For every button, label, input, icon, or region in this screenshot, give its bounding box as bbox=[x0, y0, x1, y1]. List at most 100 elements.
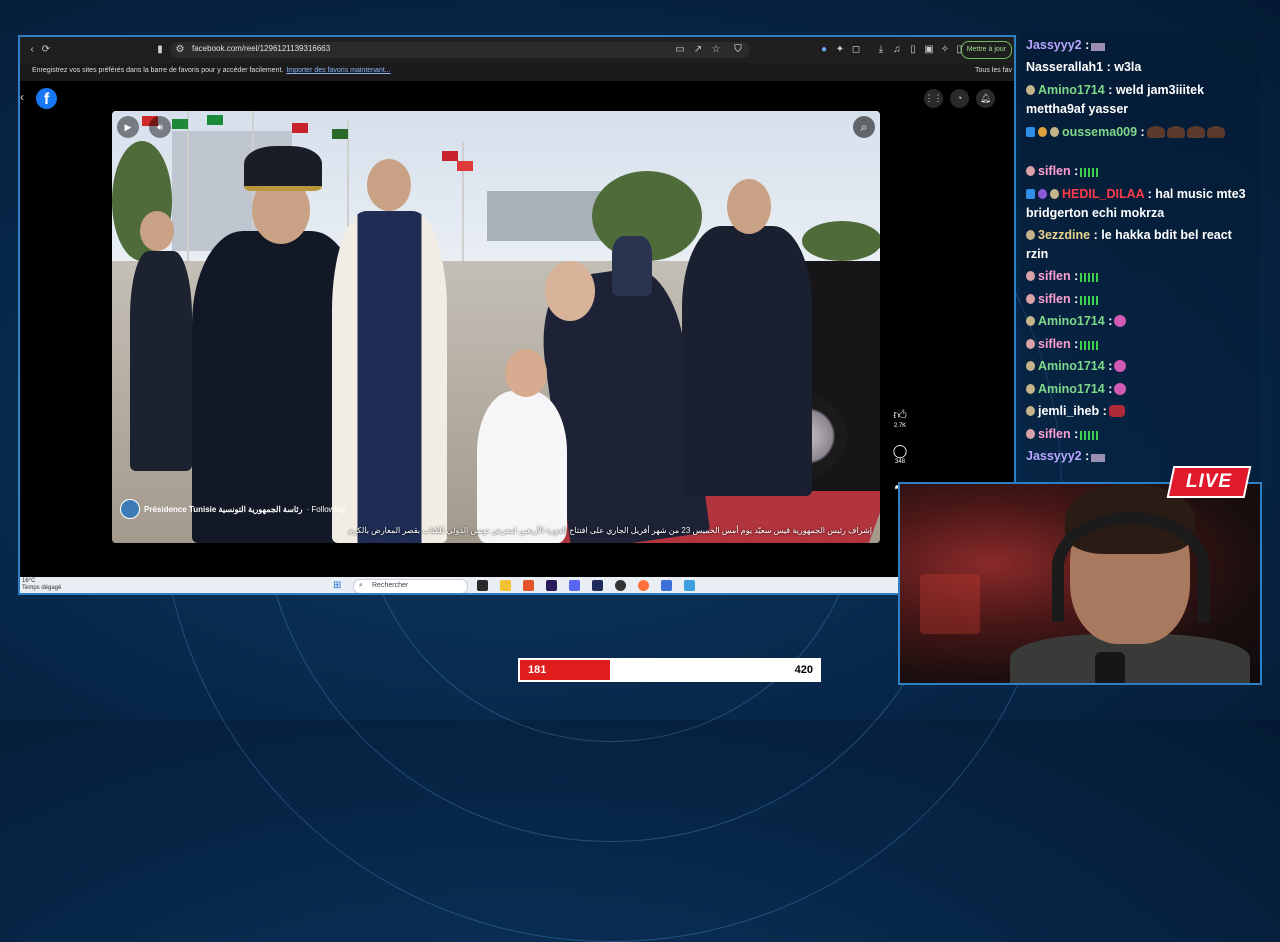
flag bbox=[442, 151, 458, 161]
flag bbox=[292, 123, 308, 133]
chat-username[interactable]: Amino1714 bbox=[1038, 83, 1105, 97]
badge-icon bbox=[1026, 166, 1035, 176]
weather-condition: Temps dégagé bbox=[22, 585, 62, 591]
comment-icon[interactable]: ◯ bbox=[888, 443, 912, 459]
bookmark-bar: Enregistrez vos sites préférés dans la b… bbox=[20, 63, 1014, 81]
chat-username[interactable]: 3ezzdine bbox=[1038, 228, 1090, 242]
brave-icon[interactable] bbox=[523, 580, 534, 591]
messenger-icon[interactable]: ◔ bbox=[950, 89, 969, 108]
chat-message: Amino1714 : bbox=[1026, 380, 1256, 399]
prime-badge-icon bbox=[1026, 189, 1035, 199]
app-icon[interactable] bbox=[661, 580, 672, 591]
photos-icon[interactable] bbox=[684, 580, 695, 591]
address-bar[interactable]: ⚙ facebook.com/reel/1296121139316663 ▭ ↗… bbox=[170, 42, 750, 58]
chat-username[interactable]: Jassyyy2 bbox=[1026, 449, 1082, 463]
bookmark-icon[interactable]: ▮ bbox=[154, 44, 166, 56]
badge-icon bbox=[1026, 230, 1035, 240]
chat-username[interactable]: HEDIL_DILAA bbox=[1062, 187, 1144, 201]
back-icon[interactable]: ‹ bbox=[26, 44, 38, 56]
bars-emote-icon bbox=[1080, 273, 1099, 282]
flag bbox=[457, 161, 473, 171]
pink-emote-icon bbox=[1114, 383, 1127, 395]
discord-icon[interactable] bbox=[569, 580, 580, 591]
bat-emote-icon bbox=[1146, 126, 1165, 138]
firefox-icon[interactable] bbox=[638, 580, 649, 591]
flag bbox=[172, 119, 188, 129]
chat-username[interactable]: Amino1714 bbox=[1038, 382, 1105, 396]
comment-action[interactable]: ◯ 348 bbox=[888, 443, 912, 465]
shield-icon[interactable]: ⛉ bbox=[732, 44, 744, 56]
badge-icon bbox=[1026, 85, 1035, 95]
chat-username[interactable]: Amino1714 bbox=[1038, 314, 1105, 328]
after-effects-icon[interactable] bbox=[592, 580, 603, 591]
windows-taskbar: 16°C Temps dégagé ⊞ ⌕ Rechercher ⌃ bbox=[20, 577, 1014, 593]
update-button[interactable]: Mettre à jour bbox=[960, 41, 1012, 59]
chat-username[interactable]: siflen bbox=[1038, 292, 1071, 306]
all-bookmarks-folder[interactable]: Tous les fav bbox=[975, 67, 1012, 74]
microphone bbox=[1095, 652, 1125, 683]
chat-username[interactable]: jemli_iheb bbox=[1038, 404, 1099, 418]
reload-icon[interactable]: ⟳ bbox=[40, 44, 52, 56]
share-icon[interactable]: ↗ bbox=[692, 44, 704, 56]
bars-emote-icon bbox=[1080, 431, 1099, 440]
reading-list-icon[interactable]: ▯ bbox=[907, 44, 919, 56]
chat-message: siflen : bbox=[1026, 335, 1256, 354]
install-icon[interactable]: ▭ bbox=[674, 44, 686, 56]
following-label[interactable]: · Following bbox=[306, 505, 345, 514]
back-arrow-icon[interactable]: ‹ bbox=[20, 90, 24, 104]
video-building bbox=[487, 191, 607, 241]
like-action[interactable]: 👍︎ 2.7K bbox=[888, 407, 912, 429]
page-name[interactable]: Présidence Tunisie رئاسة الجمهورية التون… bbox=[144, 505, 302, 514]
webcam-feed bbox=[898, 482, 1262, 685]
tabs-icon[interactable]: ▣ bbox=[923, 44, 935, 56]
webcam-shelf bbox=[920, 574, 980, 634]
menu-grid-icon[interactable]: ⋮⋮ bbox=[924, 89, 943, 108]
media-icon[interactable]: ♫ bbox=[891, 44, 903, 56]
badge-icon bbox=[1050, 127, 1059, 137]
like-icon[interactable]: 👍︎ bbox=[888, 407, 912, 423]
chat-username[interactable]: siflen bbox=[1038, 337, 1071, 351]
chat-username[interactable]: siflen bbox=[1038, 269, 1071, 283]
star-icon[interactable]: ☆ bbox=[710, 44, 722, 56]
poll-title: ها أفريل وفي bbox=[639, 665, 700, 677]
chat-username[interactable]: oussema009 bbox=[1062, 125, 1137, 139]
extension-icon[interactable]: ● bbox=[818, 44, 830, 56]
windows-start-icon[interactable]: ⊞ bbox=[333, 580, 344, 591]
chat-username[interactable]: siflen bbox=[1038, 427, 1071, 441]
task-view-icon[interactable] bbox=[477, 580, 488, 591]
pink-emote-icon bbox=[1114, 315, 1127, 327]
chat-message: Amino1714 : weld jam3iiitek mettha9af ya… bbox=[1026, 81, 1256, 119]
chat-username[interactable]: Jassyyy2 bbox=[1026, 38, 1082, 52]
chat-username[interactable]: siflen bbox=[1038, 164, 1071, 178]
taskbar-search[interactable]: ⌕ Rechercher bbox=[353, 579, 468, 593]
reel-video[interactable]: ▶ 🔊︎ ⌕ Présidence Tunisie رئاسة الجمهوري… bbox=[112, 111, 880, 543]
chat-message: Jassyyy2 : bbox=[1026, 36, 1256, 55]
weather-widget[interactable]: 16°C Temps dégagé bbox=[22, 578, 61, 592]
dj-emote-icon bbox=[1091, 454, 1106, 462]
person-head bbox=[505, 349, 547, 397]
gift-badge-icon bbox=[1038, 127, 1047, 137]
notifications-icon[interactable]: 🔔︎ bbox=[976, 89, 995, 108]
download-icon[interactable]: ⤓ bbox=[875, 44, 887, 56]
chat-text: : bbox=[1108, 382, 1113, 396]
site-info-icon[interactable]: ⚙ bbox=[174, 44, 186, 56]
file-explorer-icon[interactable] bbox=[500, 580, 511, 591]
obs-icon[interactable] bbox=[615, 580, 626, 591]
video-search-icon[interactable]: ⌕ bbox=[853, 116, 875, 138]
page-avatar[interactable] bbox=[120, 499, 140, 519]
chat-text: : bbox=[1074, 269, 1079, 283]
chat-ext-icon[interactable]: ◻ bbox=[850, 44, 862, 56]
chat-username[interactable]: Amino1714 bbox=[1038, 359, 1105, 373]
import-bookmarks-link[interactable]: Importer des favoris maintenant... bbox=[286, 67, 390, 74]
premiere-icon[interactable] bbox=[546, 580, 557, 591]
chat-text: : bbox=[1085, 449, 1090, 463]
volume-icon[interactable]: 🔊︎ bbox=[149, 116, 171, 138]
ai-icon[interactable]: ✧ bbox=[939, 44, 951, 56]
badge-icon bbox=[1026, 271, 1035, 281]
chat-message: siflen : bbox=[1026, 267, 1256, 286]
facebook-logo-icon[interactable]: f bbox=[36, 88, 57, 109]
puzzle-icon[interactable]: ✦ bbox=[834, 44, 846, 56]
chat-username[interactable]: Nasserallah1 bbox=[1026, 60, 1103, 74]
chat-message: Amino1714 : bbox=[1026, 312, 1256, 331]
play-icon[interactable]: ▶ bbox=[117, 116, 139, 138]
